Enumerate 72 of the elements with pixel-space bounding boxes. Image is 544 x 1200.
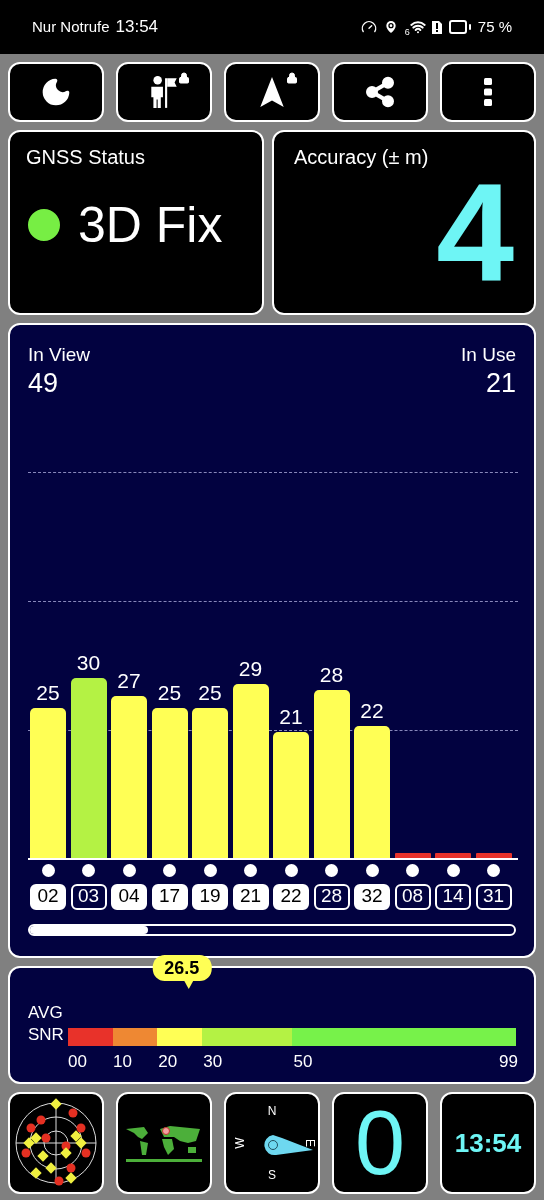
bar-value: 27 [116,668,142,693]
toolbar-button[interactable] [440,62,536,122]
gauge-icon [360,19,377,35]
world-map-tile[interactable] [116,1092,212,1194]
pointer-icon [183,980,194,989]
scroll-bar[interactable] [28,923,516,936]
bar-value: 29 [237,656,264,681]
wifi-icon [409,19,426,35]
compass-tile[interactable]: N W E S [224,1092,320,1194]
alert-icon [431,20,442,34]
scale-label: 50 [293,1051,313,1073]
compass-needle-icon [262,1134,314,1156]
location-pin-icon [382,19,399,35]
sky-plot-tile[interactable] [8,1092,104,1194]
east-label: E [302,1139,318,1147]
menu-icon [484,78,492,106]
bar-value: 25 [156,680,183,705]
toolbar-button[interactable] [116,62,212,122]
scale-label: 20 [158,1051,178,1073]
north-label: N [267,1103,277,1120]
satellite-tag: 22 [273,883,309,910]
clock-text: 13:54 [115,16,159,39]
satellite-tag: 31 [475,883,512,910]
satellite-tag: 21 [232,883,269,910]
toolbar-button[interactable] [332,62,428,122]
lock-icon [178,72,190,84]
snr-marker: 26.5 [152,955,212,981]
satellite-tag: 19 [192,883,228,910]
speed-tile[interactable]: 0 [332,1092,428,1194]
battery-text: 75 % [477,16,512,37]
lock-icon [286,72,298,84]
moon-icon [40,76,72,108]
share-icon [364,76,396,108]
speed-value: 0 [354,1098,406,1188]
snr-label: SNR [28,1024,65,1046]
satellite-tag: 03 [70,883,107,910]
card-title: Accuracy (± m) [294,145,430,170]
satellite-tag: 04 [111,883,147,910]
in-use-count: 21 [485,366,516,400]
clock-tile[interactable]: 13:54 [440,1092,536,1194]
in-view-label: In View [28,343,90,367]
south-label: S [268,1167,276,1184]
satellite-tag: 14 [435,883,471,910]
bar-value: 25 [197,680,223,705]
bar-value: 28 [318,662,345,687]
satellite-tag: 02 [30,883,66,910]
clock-value: 13:54 [454,1126,522,1160]
card-title: GNSS Status [26,145,146,170]
in-use-label: In Use [461,343,516,367]
accuracy-value: 4 [436,168,514,298]
scale-label: 99 [499,1051,518,1073]
carrier-text: Nur Notrufe [32,16,110,37]
toolbar-button[interactable] [224,62,320,122]
avg-label: AVG [28,1002,64,1024]
in-view-count: 49 [28,366,60,400]
bar-value: 30 [75,650,102,675]
toolbar-button[interactable] [8,62,104,122]
satellite-tag: 17 [151,883,188,910]
arrow-up-icon [258,76,286,108]
scale-label: 30 [203,1051,223,1073]
west-label: W [231,1137,248,1149]
scale-label: 10 [113,1051,133,1073]
satellite-tag: 08 [394,883,431,910]
satellite-tag: 28 [313,883,350,910]
bar-value: 22 [359,698,385,723]
bar-value: 21 [278,704,304,729]
person-flag-icon [148,74,180,110]
fix-text: 3D Fix [78,200,223,250]
scale-label: 00 [68,1051,87,1073]
wifi-label: 6 [404,26,410,40]
satellite-tag: 32 [354,883,390,910]
bar-value: 25 [35,680,61,705]
